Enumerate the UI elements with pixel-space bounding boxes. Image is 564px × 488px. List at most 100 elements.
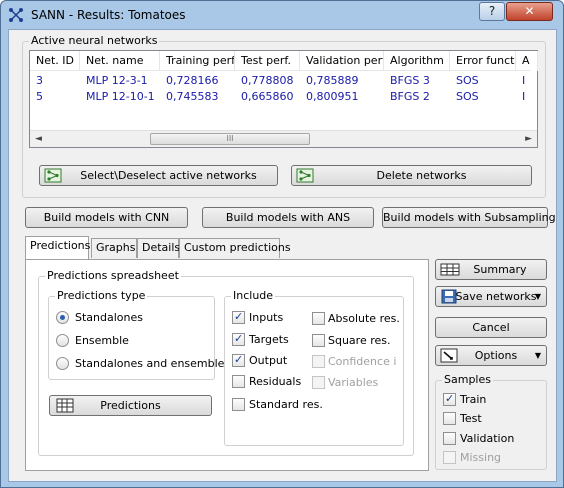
radio-standalones-label[interactable]: Standalones bbox=[75, 311, 143, 324]
radio-standalones-and-ensemble-label[interactable]: Standalones and ensemble bbox=[75, 357, 224, 370]
build-ans-button[interactable]: Build models with ANS bbox=[202, 207, 374, 228]
scroll-right-arrow-icon[interactable]: ► bbox=[525, 134, 532, 144]
col-validation-perf[interactable]: Validation perf. bbox=[300, 51, 384, 71]
options-label: Options bbox=[474, 349, 518, 362]
window-title: SANN - Results: Tomatoes bbox=[31, 8, 186, 22]
col-error-funct[interactable]: Error funct. bbox=[450, 51, 516, 71]
include-square-res-checkbox[interactable] bbox=[312, 334, 325, 347]
cell-net-id: 5 bbox=[36, 90, 43, 103]
tab-predictions[interactable]: Predictions bbox=[25, 236, 90, 259]
select-deselect-networks-button[interactable]: Select\Deselect active networks bbox=[39, 165, 278, 186]
radio-ensemble-label[interactable]: Ensemble bbox=[75, 334, 129, 347]
build-cnn-button[interactable]: Build models with CNN bbox=[25, 207, 188, 228]
col-algorithm[interactable]: Algorithm bbox=[384, 51, 450, 71]
scroll-left-arrow-icon[interactable]: ◄ bbox=[35, 134, 42, 144]
cell-training-perf: 0,728166 bbox=[166, 74, 219, 87]
scrollbar-thumb[interactable]: III bbox=[150, 133, 310, 145]
options-button[interactable]: Options ▼ bbox=[435, 345, 547, 366]
networks-list-header: Net. ID Net. name Training perf. Test pe… bbox=[30, 51, 538, 71]
dialog-client-area: Active neural networks Net. ID Net. name… bbox=[8, 29, 557, 482]
build-subsampling-button[interactable]: Build models with Subsampling bbox=[382, 207, 556, 228]
sample-test-checkbox[interactable] bbox=[443, 412, 456, 425]
include-standard-res-checkbox[interactable] bbox=[232, 398, 245, 411]
active-networks-title: Active neural networks bbox=[29, 34, 160, 47]
include-output-checkbox[interactable] bbox=[232, 353, 245, 367]
tab-custom-predictions[interactable]: Custom predictions bbox=[179, 238, 291, 258]
predictions-tab-panel: Predictions spreadsheet Predictions type… bbox=[25, 259, 429, 471]
cell-test-perf: 0,778808 bbox=[241, 74, 294, 87]
cancel-button[interactable]: Cancel bbox=[435, 317, 547, 338]
cell-validation-perf: 0,800951 bbox=[306, 90, 359, 103]
help-button[interactable]: ? bbox=[479, 2, 505, 21]
include-title: Include bbox=[231, 289, 276, 302]
include-absolute-res-checkbox[interactable] bbox=[312, 312, 325, 325]
title-bar[interactable]: SANN - Results: Tomatoes ? ✕ bbox=[1, 1, 563, 29]
cell-validation-perf: 0,785889 bbox=[306, 74, 359, 87]
tab-details[interactable]: Details bbox=[137, 238, 180, 258]
tab-graphs[interactable]: Graphs bbox=[91, 238, 137, 258]
cell-error-funct: SOS bbox=[456, 74, 479, 87]
predictions-spreadsheet-title: Predictions spreadsheet bbox=[45, 269, 181, 282]
col-net-name[interactable]: Net. name bbox=[80, 51, 160, 71]
cell-activation: I bbox=[522, 74, 526, 87]
col-test-perf[interactable]: Test perf. bbox=[235, 51, 300, 71]
samples-title: Samples bbox=[442, 373, 493, 386]
spreadsheet-icon bbox=[56, 398, 74, 413]
sample-missing-label: Missing bbox=[460, 451, 502, 464]
include-standard-res-label[interactable]: Standard res. bbox=[249, 398, 323, 411]
sample-validation-checkbox[interactable] bbox=[443, 432, 456, 445]
predictions-button-label: Predictions bbox=[100, 399, 161, 412]
cell-net-name: MLP 12-3-1 bbox=[86, 74, 148, 87]
cell-training-perf: 0,745583 bbox=[166, 90, 219, 103]
save-networks-button[interactable]: Save networks ▼ bbox=[435, 286, 547, 307]
include-output-label[interactable]: Output bbox=[249, 354, 287, 367]
horizontal-scrollbar[interactable]: ◄ III ► bbox=[30, 130, 537, 147]
cell-error-funct: SOS bbox=[456, 90, 479, 103]
options-dropdown-icon: ▼ bbox=[534, 351, 541, 360]
include-targets-checkbox[interactable] bbox=[232, 332, 245, 346]
delete-networks-icon bbox=[296, 168, 314, 183]
col-activation[interactable]: A bbox=[516, 51, 538, 71]
table-row[interactable]: 3 MLP 12-3-1 0,728166 0,778808 0,785889 … bbox=[30, 73, 530, 89]
sample-train-label[interactable]: Train bbox=[460, 393, 486, 406]
cell-test-perf: 0,665860 bbox=[241, 90, 294, 103]
save-networks-dropdown-icon: ▼ bbox=[534, 292, 541, 301]
include-variables-checkbox bbox=[312, 376, 325, 389]
include-residuals-label[interactable]: Residuals bbox=[249, 375, 301, 388]
sample-test-label[interactable]: Test bbox=[460, 412, 482, 425]
include-confidence-checkbox bbox=[312, 355, 325, 368]
radio-standalones-and-ensemble[interactable] bbox=[56, 357, 69, 370]
include-inputs-checkbox[interactable] bbox=[232, 310, 245, 324]
radio-standalones[interactable] bbox=[56, 311, 69, 324]
include-residuals-checkbox[interactable] bbox=[232, 375, 245, 388]
sample-validation-label[interactable]: Validation bbox=[460, 432, 514, 445]
summary-table-icon bbox=[440, 263, 460, 276]
table-row[interactable]: 5 MLP 12-10-1 0,745583 0,665860 0,800951… bbox=[30, 89, 530, 105]
predictions-type-title: Predictions type bbox=[55, 289, 148, 302]
sample-train-checkbox[interactable] bbox=[443, 392, 456, 406]
cell-algorithm: BFGS 3 bbox=[390, 74, 430, 87]
radio-ensemble[interactable] bbox=[56, 334, 69, 347]
delete-networks-label: Delete networks bbox=[376, 169, 467, 182]
col-net-id[interactable]: Net. ID bbox=[30, 51, 80, 71]
include-square-res-label[interactable]: Square res. bbox=[328, 334, 391, 347]
include-inputs-label[interactable]: Inputs bbox=[249, 311, 283, 324]
sann-app-icon bbox=[9, 8, 23, 22]
include-confidence-label: Confidence i bbox=[328, 355, 397, 368]
cell-algorithm: BFGS 2 bbox=[390, 90, 430, 103]
sample-missing-checkbox bbox=[443, 451, 456, 464]
predictions-button[interactable]: Predictions bbox=[49, 395, 212, 416]
delete-networks-button[interactable]: Delete networks bbox=[291, 165, 532, 186]
include-targets-label[interactable]: Targets bbox=[249, 333, 289, 346]
save-networks-icon bbox=[441, 289, 457, 304]
cell-net-name: MLP 12-10-1 bbox=[86, 90, 155, 103]
close-button[interactable]: ✕ bbox=[506, 2, 553, 21]
options-icon bbox=[440, 348, 458, 363]
summary-button[interactable]: Summary bbox=[435, 259, 547, 280]
select-networks-icon bbox=[44, 168, 62, 183]
save-networks-label: Save networks bbox=[455, 290, 537, 303]
include-variables-label: Variables bbox=[328, 376, 379, 389]
networks-list[interactable]: Net. ID Net. name Training perf. Test pe… bbox=[29, 50, 538, 148]
col-training-perf[interactable]: Training perf. bbox=[160, 51, 235, 71]
include-absolute-res-label[interactable]: Absolute res. bbox=[328, 312, 400, 325]
